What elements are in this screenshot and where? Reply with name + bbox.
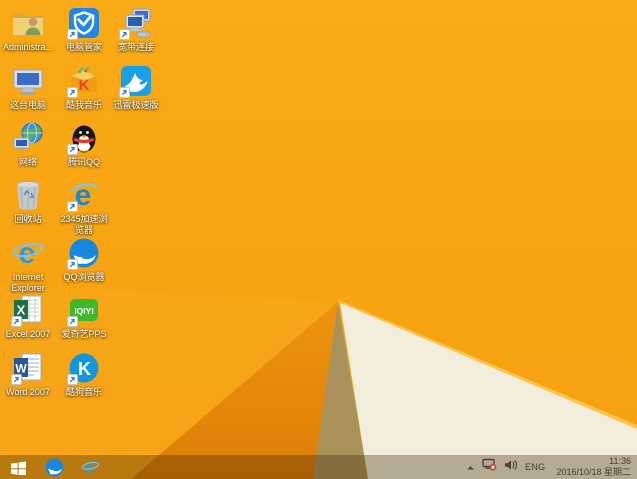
word-doc-icon: W [11, 351, 45, 385]
icon-label: Administra... [2, 42, 53, 52]
taskbar-button-qq-browser-task[interactable] [36, 455, 72, 479]
speaker-icon [504, 458, 518, 476]
desktop-icon-broadband[interactable]: 宽带连接 [108, 6, 164, 62]
shortcut-arrow-icon [67, 259, 78, 270]
shortcut-arrow-icon [11, 316, 22, 327]
icon-label: 迅雷极速版 [113, 100, 159, 110]
svg-text:iQIYI: iQIYI [74, 306, 93, 316]
shortcut-arrow-icon [67, 144, 78, 155]
desktop-icon-network[interactable]: 网络 [0, 121, 56, 177]
desktop-screen: Administra... 电脑管家 宽带连接这台电脑 K 酷我音乐 迅雷极速版网络 腾讯Q… [0, 0, 637, 479]
shortcut-arrow-icon [119, 29, 130, 40]
iqiyi-green-icon: iQIYI [67, 293, 101, 327]
taskbar: e ENG 11:36 2016/10/18 星期二 [0, 455, 637, 479]
svg-text:K: K [79, 77, 90, 94]
shortcut-arrow-icon [67, 87, 78, 98]
icon-label: 这台电脑 [9, 100, 46, 110]
desktop-icon-this-pc[interactable]: 这台电脑 [0, 64, 56, 120]
shortcut-arrow-icon [119, 87, 130, 98]
icon-label: 回收站 [14, 214, 42, 224]
icon-label: 酷我音乐 [65, 100, 102, 110]
svg-text:K: K [78, 359, 91, 379]
computer-icon [11, 64, 45, 98]
windows-flag-icon [10, 459, 27, 475]
taskbar-button-ie-task[interactable]: e [72, 455, 108, 479]
blue-circle-swirl-icon [67, 236, 101, 270]
system-tray: ENG 11:36 2016/10/18 星期二 [466, 455, 637, 479]
icon-label: Excel 2007 [5, 329, 51, 339]
blue-circle-k-icon: K [67, 351, 101, 385]
icon-label: 网络 [18, 157, 37, 167]
desktop-icon-tencent-qq[interactable]: 腾讯QQ [56, 121, 112, 177]
shortcut-arrow-icon [67, 29, 78, 40]
network-disconnected-icon [482, 458, 497, 476]
desktop-icon-kuwo-music[interactable]: K 酷我音乐 [56, 64, 112, 120]
desktop-icon-excel-2007[interactable]: X Excel 2007 [0, 293, 56, 349]
excel-sheet-icon: X [11, 293, 45, 327]
globe-computer-icon [11, 121, 45, 155]
icon-label: 腾讯QQ [67, 157, 100, 167]
hummingbird-icon [119, 64, 153, 98]
shortcut-arrow-icon [11, 374, 22, 385]
chevron-up-icon [466, 458, 475, 476]
penguin-icon [67, 121, 101, 155]
icon-label: 电脑管家 [65, 42, 102, 52]
icon-label: QQ浏览器 [63, 272, 105, 282]
ie-e-icon: e [11, 236, 45, 270]
desktop-icon-word-2007[interactable]: W Word 2007 [0, 351, 56, 407]
input-language-button[interactable]: ENG [525, 462, 545, 472]
icon-label: 2345加速浏览器 [60, 214, 108, 235]
desktop-icon-xunlei[interactable]: 迅雷极速版 [108, 64, 164, 120]
icon-label: 酷狗音乐 [65, 387, 102, 397]
folder-user-icon [11, 6, 45, 40]
clock-date: 2016/10/18 星期二 [556, 467, 631, 477]
icon-label: 爱奇艺PPS [61, 329, 107, 339]
network-status-button[interactable] [482, 458, 497, 476]
blue-e-swoosh-icon: e [67, 178, 101, 212]
start-button[interactable] [0, 455, 36, 479]
clock[interactable]: 11:36 2016/10/18 星期二 [552, 456, 631, 479]
icon-label: Word 2007 [6, 387, 50, 397]
shortcut-arrow-icon [67, 374, 78, 385]
blue-circle-swirl-icon [44, 457, 65, 478]
desktop-icon-2345-browser[interactable]: e 2345加速浏览器 [56, 178, 112, 235]
shortcut-arrow-icon [67, 316, 78, 327]
desktop-icon-recycle-bin[interactable]: 回收站 [0, 178, 56, 234]
icon-label: 宽带连接 [117, 42, 154, 52]
desktop-icon-iqiyi-pps[interactable]: iQIYI 爱奇艺PPS [56, 293, 112, 349]
desktop-icon-internet-explorer[interactable]: e Internet Explorer [0, 236, 56, 293]
two-computers-icon [119, 6, 153, 40]
svg-text:e: e [85, 458, 94, 477]
desktop-icon-kugou-music[interactable]: K 酷狗音乐 [56, 351, 112, 407]
ie-e-icon: e [81, 458, 100, 477]
desktop-icon-qq-browser[interactable]: QQ浏览器 [56, 236, 112, 292]
music-box-icon: K [67, 64, 101, 98]
show-hidden-icons-button[interactable] [466, 458, 475, 476]
desktop-icon-pc-manager[interactable]: 电脑管家 [56, 6, 112, 62]
trash-can-icon [11, 178, 45, 212]
desktop-icon-administrator[interactable]: Administra... [0, 6, 56, 62]
clock-time: 11:36 [609, 455, 631, 466]
shield-check-icon [67, 6, 101, 40]
volume-button[interactable] [504, 458, 518, 476]
shortcut-arrow-icon [67, 201, 78, 212]
icon-label: Internet Explorer [11, 272, 45, 293]
